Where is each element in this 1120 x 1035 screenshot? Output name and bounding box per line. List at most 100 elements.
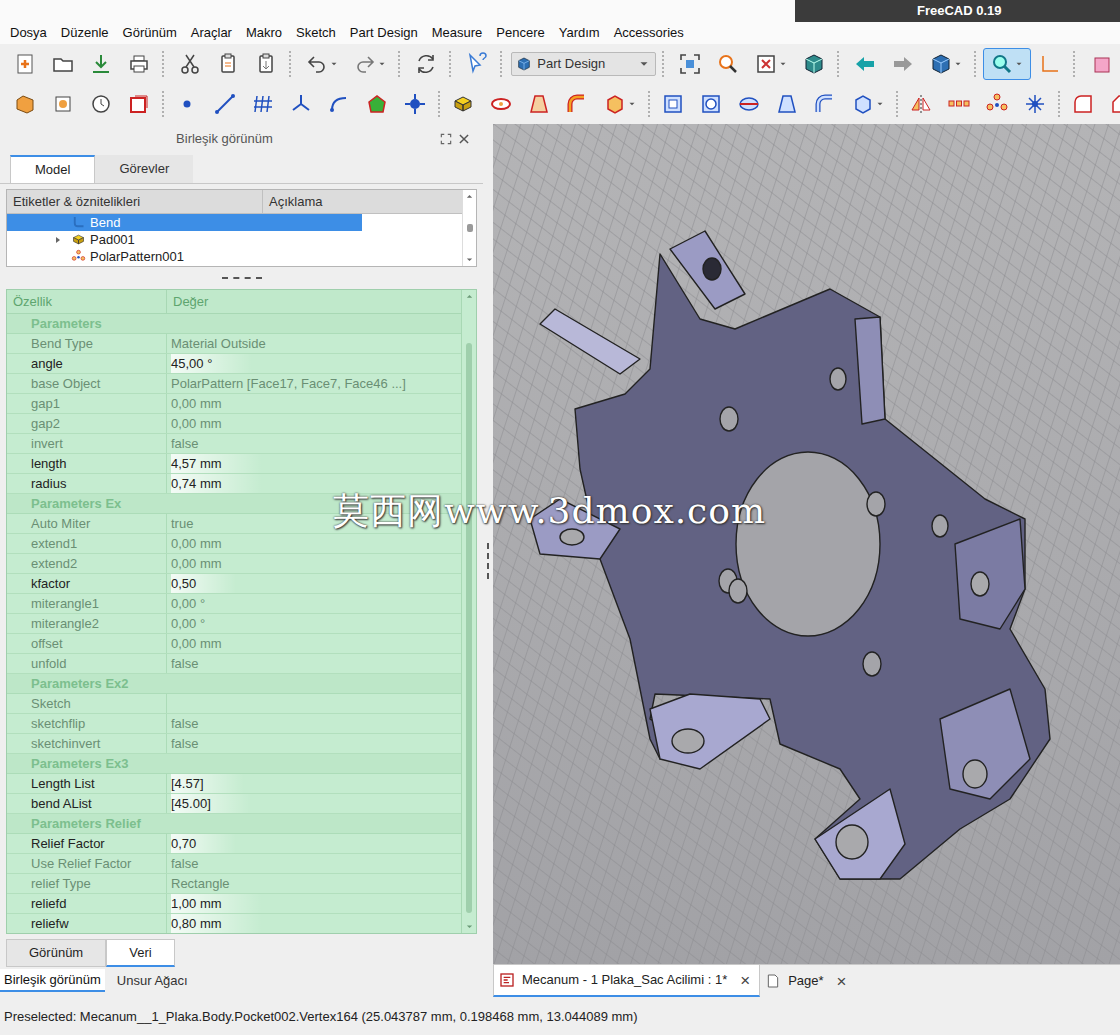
property-value-cell[interactable]: false <box>167 734 461 753</box>
workbench-dropdown[interactable]: Part Design <box>511 52 655 76</box>
document-tab[interactable]: Page*× <box>760 965 855 997</box>
property-value-cell[interactable]: false <box>167 434 461 453</box>
property-row[interactable]: extend10,00 mm <box>7 534 461 554</box>
property-value-cell[interactable]: Material Outside <box>167 334 461 353</box>
paste-button[interactable] <box>247 48 285 80</box>
property-group[interactable]: Parameters Relief <box>7 814 461 834</box>
property-value-cell[interactable]: 0,00 mm <box>167 554 461 573</box>
property-value-cell[interactable]: 0,00 mm <box>167 534 461 553</box>
property-row[interactable]: invertfalse <box>7 434 461 454</box>
property-row[interactable]: base ObjectPolarPattern [Face17, Face7, … <box>7 374 461 394</box>
property-column-header[interactable]: Özellik <box>7 290 167 313</box>
menu-item[interactable]: Araçlar <box>184 23 239 43</box>
property-value-cell[interactable] <box>167 694 461 713</box>
undo-button[interactable] <box>298 48 346 80</box>
tree-scrollbar[interactable] <box>462 190 476 266</box>
property-value-cell[interactable]: false <box>167 654 461 673</box>
property-value-cell[interactable]: PolarPattern [Face17, Face7, Face46 ...] <box>167 374 461 393</box>
property-value-cell[interactable]: 0,70 <box>167 834 461 853</box>
combo-tab[interactable]: Unsur Ağacı <box>113 969 192 992</box>
property-row[interactable]: miterangle10,00 ° <box>7 594 461 614</box>
property-group[interactable]: Parameters Ex <box>7 494 461 514</box>
property-group[interactable]: Parameters Ex2 <box>7 674 461 694</box>
bbox-button[interactable] <box>795 48 833 80</box>
property-row[interactable]: kfactor0,50 <box>7 574 461 594</box>
close-tab-button[interactable]: × <box>740 972 750 989</box>
copy-button[interactable] <box>209 48 247 80</box>
lcs-button[interactable] <box>282 88 320 120</box>
splitter[interactable] <box>0 267 483 289</box>
property-row[interactable]: radius0,74 mm <box>7 474 461 494</box>
property-row[interactable]: extend20,00 mm <box>7 554 461 574</box>
property-row[interactable]: offset0,00 mm <box>7 634 461 654</box>
property-value-cell[interactable]: 45,00 ° <box>167 354 461 373</box>
clock-button[interactable] <box>82 88 120 120</box>
tree-column-header[interactable]: Etiketler & öznitelikleri <box>7 190 263 213</box>
property-value-cell[interactable]: 4,57 mm <box>167 454 461 473</box>
axis-button[interactable] <box>1031 48 1069 80</box>
style-button[interactable] <box>747 48 795 80</box>
menu-item[interactable]: Dosya <box>3 23 54 43</box>
vertical-splitter[interactable] <box>483 124 493 997</box>
tree-column-header[interactable]: Açıklama <box>263 190 462 213</box>
menu-item[interactable]: Yardım <box>552 23 607 43</box>
property-value-cell[interactable]: [45.00] <box>167 794 461 813</box>
body-button[interactable] <box>6 88 44 120</box>
property-row[interactable]: Length List[4.57] <box>7 774 461 794</box>
3d-view[interactable] <box>493 124 1120 964</box>
menu-item[interactable]: Accessories <box>607 23 691 43</box>
property-tab[interactable]: Veri <box>106 939 174 967</box>
subbox-button[interactable] <box>844 88 892 120</box>
combo-tab[interactable]: Birleşik görünüm <box>0 969 105 992</box>
property-value-cell[interactable]: 0,50 <box>167 574 461 593</box>
tree-item[interactable]: Bend <box>7 214 462 231</box>
pipe-button[interactable] <box>558 88 596 120</box>
polpat-button[interactable] <box>978 88 1016 120</box>
property-value-cell[interactable]: true <box>167 514 461 533</box>
part-button[interactable] <box>44 88 82 120</box>
property-row[interactable]: Relief Factor0,70 <box>7 834 461 854</box>
sketch-button[interactable] <box>120 88 158 120</box>
menu-item[interactable]: Makro <box>239 23 289 43</box>
loft-button[interactable] <box>520 88 558 120</box>
shape-button[interactable] <box>358 88 396 120</box>
multi-button[interactable] <box>1016 88 1054 120</box>
measure-button[interactable] <box>983 48 1031 80</box>
combo-view-tab[interactable]: Model <box>10 155 95 183</box>
fitsel-button[interactable] <box>709 48 747 80</box>
property-row[interactable]: angle45,00 ° <box>7 354 461 374</box>
property-row[interactable]: reliefd1,00 mm <box>7 894 461 914</box>
back-button[interactable] <box>846 48 884 80</box>
property-row[interactable]: Use Relief Factorfalse <box>7 854 461 874</box>
property-row[interactable]: gap20,00 mm <box>7 414 461 434</box>
pink-button[interactable] <box>1082 48 1120 80</box>
pocket-button[interactable] <box>654 88 692 120</box>
subpipe-button[interactable] <box>806 88 844 120</box>
combo-view-tab[interactable]: Görevler <box>95 155 193 183</box>
close-tab-button[interactable]: × <box>837 973 847 990</box>
property-tab[interactable]: Görünüm <box>6 939 106 967</box>
open-button[interactable] <box>44 48 82 80</box>
property-value-cell[interactable]: false <box>167 854 461 873</box>
property-value-cell[interactable]: false <box>167 714 461 733</box>
doc-button[interactable] <box>6 48 44 80</box>
line-button[interactable] <box>206 88 244 120</box>
chamfer-button[interactable] <box>1102 88 1120 120</box>
print-button[interactable] <box>120 48 158 80</box>
expand-arrow[interactable] <box>51 250 65 264</box>
subloft-button[interactable] <box>768 88 806 120</box>
property-row[interactable]: Auto Mitertrue <box>7 514 461 534</box>
hole-button[interactable] <box>692 88 730 120</box>
property-row[interactable]: sketchflipfalse <box>7 714 461 734</box>
property-row[interactable]: Sketch <box>7 694 461 714</box>
menu-item[interactable]: Görünüm <box>116 23 184 43</box>
property-row[interactable]: relief TypeRectangle <box>7 874 461 894</box>
property-column-header[interactable]: Değer <box>167 290 461 313</box>
property-scrollbar[interactable] <box>461 290 476 933</box>
property-group[interactable]: Parameters Ex3 <box>7 754 461 774</box>
menu-item[interactable]: Part Design <box>343 23 425 43</box>
property-value-cell[interactable]: [4.57] <box>167 774 461 793</box>
tree-item[interactable]: Pad001 <box>7 231 462 248</box>
menu-item[interactable]: Measure <box>425 23 490 43</box>
expand-arrow[interactable] <box>51 216 65 230</box>
